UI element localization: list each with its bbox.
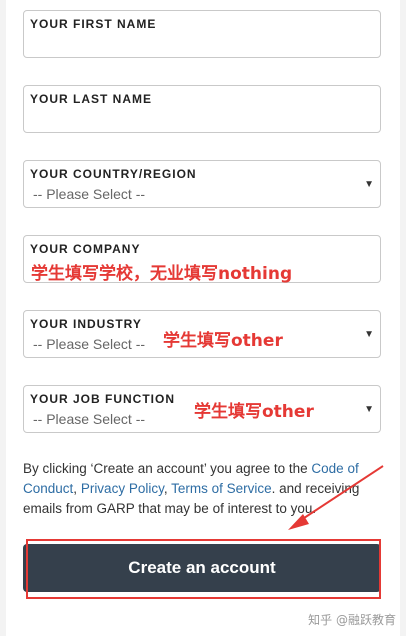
right-page-edge [400, 0, 406, 636]
company-annotation: 学生填写学校，无业填写nothing [31, 264, 293, 284]
terms-text: By clicking ‘Create an account’ you agre… [23, 459, 381, 519]
watermark: 知乎 @融跃教育 [308, 613, 396, 627]
left-page-edge [0, 0, 6, 636]
privacy-policy-link[interactable]: Privacy Policy [81, 481, 164, 496]
first-name-label: YOUR FIRST NAME [30, 17, 157, 31]
country-region-select[interactable]: YOUR COUNTRY/REGION -- Please Select -- … [23, 160, 381, 208]
first-name-field[interactable]: YOUR FIRST NAME [23, 10, 381, 58]
industry-label: YOUR INDUSTRY [30, 317, 142, 331]
job-function-value: -- Please Select -- [33, 411, 146, 427]
terms-of-service-link[interactable]: Terms of Service [171, 481, 272, 496]
last-name-label: YOUR LAST NAME [30, 92, 152, 106]
country-region-label: YOUR COUNTRY/REGION [30, 167, 197, 181]
dropdown-caret-icon: ▼ [364, 404, 374, 415]
job-function-label: YOUR JOB FUNCTION [30, 392, 176, 406]
job-function-annotation: 学生填写other [194, 402, 314, 422]
dropdown-caret-icon: ▼ [364, 179, 374, 190]
dropdown-caret-icon: ▼ [364, 329, 374, 340]
country-region-value: -- Please Select -- [33, 186, 146, 202]
industry-annotation: 学生填写other [163, 331, 283, 351]
terms-sep-1: , [73, 481, 81, 496]
terms-prefix: By clicking ‘Create an account’ you agre… [23, 461, 312, 476]
highlight-box [26, 539, 381, 599]
industry-value: -- Please Select -- [33, 336, 146, 352]
last-name-field[interactable]: YOUR LAST NAME [23, 85, 381, 133]
company-label: YOUR COMPANY [30, 242, 141, 256]
